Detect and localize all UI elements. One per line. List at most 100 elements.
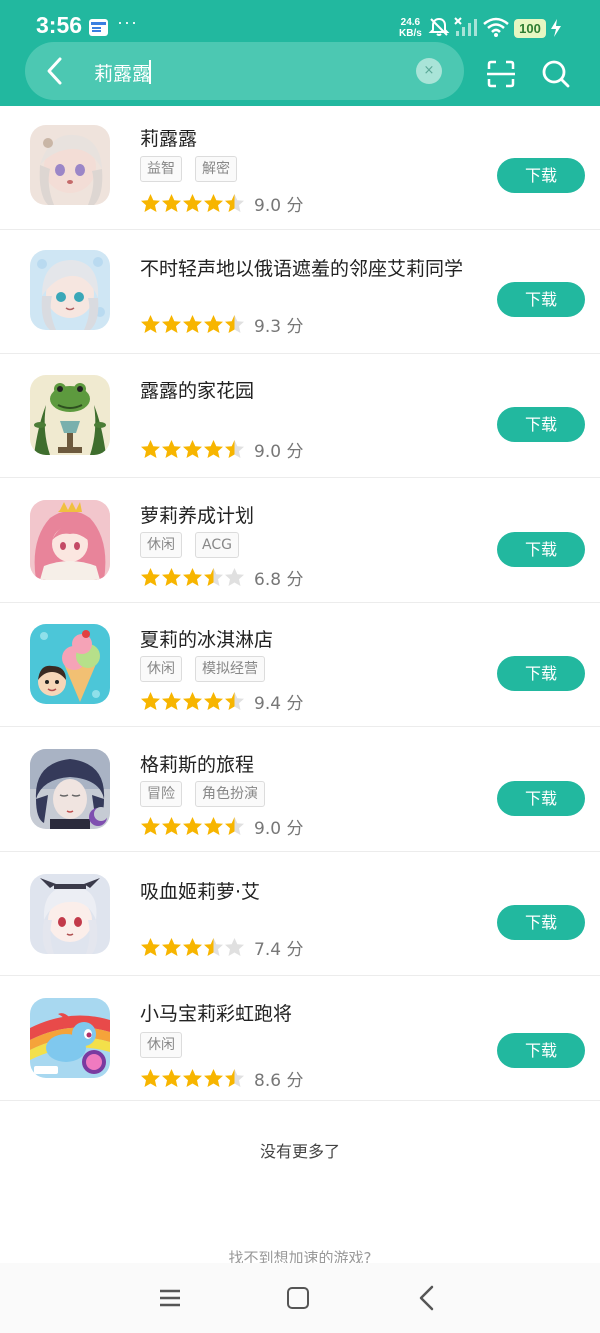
list-item[interactable]: 露露的家花园 9.0 分 下载 [0, 354, 600, 478]
star-full-icon [204, 817, 223, 835]
list-item[interactable]: 吸血姬莉萝·艾 7.4 分 下载 [0, 852, 600, 976]
star-half-icon [225, 440, 244, 458]
notification-app-icon [89, 19, 108, 36]
rating: 9.0 分 [140, 191, 304, 216]
rating: 9.0 分 [140, 437, 303, 462]
app-name[interactable]: 萝莉养成计划 [140, 501, 254, 528]
app-icon[interactable] [30, 500, 110, 580]
tag: 模拟经营 [195, 656, 265, 682]
star-full-icon [162, 440, 181, 458]
download-button[interactable]: 下载 [497, 781, 585, 816]
download-button[interactable]: 下载 [497, 656, 585, 691]
home-icon[interactable] [287, 1287, 309, 1309]
list-item[interactable]: 萝莉养成计划 休闲 ACG 6.8 分 下载 [0, 479, 600, 603]
star-full-icon [141, 315, 160, 333]
star-full-icon [141, 568, 160, 586]
menu-icon[interactable] [158, 1288, 182, 1308]
score: 7.4 分 [254, 940, 304, 960]
app-icon[interactable] [30, 998, 110, 1078]
app-icon[interactable] [30, 125, 110, 205]
star-full-icon [162, 315, 181, 333]
download-button[interactable]: 下载 [497, 158, 585, 193]
star-half-icon [225, 194, 244, 212]
star-full-icon [162, 938, 181, 956]
star-full-icon [183, 1069, 202, 1087]
network-speed: 24.6 KB/s [399, 17, 422, 39]
list-item[interactable]: 夏莉的冰淇淋店 休闲 模拟经营 9.4 分 下载 [0, 603, 600, 727]
nav-back-icon[interactable] [417, 1285, 435, 1311]
no-more-text: 没有更多了 [259, 1142, 340, 1161]
tag: 角色扮演 [195, 781, 265, 807]
score: 8.6 分 [254, 1071, 304, 1091]
star-full-icon [141, 194, 160, 212]
app-name[interactable]: 小马宝莉彩虹跑将 [140, 999, 292, 1026]
app-icon[interactable] [30, 749, 110, 829]
charging-icon [551, 19, 561, 37]
scan-icon[interactable] [486, 59, 516, 89]
network-speed-value: 24.6 [400, 17, 421, 28]
text-cursor [149, 60, 151, 84]
star-rating [140, 691, 245, 712]
clear-search-button[interactable]: × [416, 58, 442, 84]
star-rating [140, 937, 245, 958]
download-button[interactable]: 下载 [497, 1033, 585, 1068]
star-empty-icon [225, 938, 244, 956]
app-icon[interactable] [30, 250, 110, 330]
mute-bell-icon [428, 17, 450, 36]
app-name[interactable]: 吸血姬莉萝·艾 [140, 877, 260, 904]
list-item[interactable]: 莉露露 益智 解密 9.0 分 下载 [0, 106, 600, 230]
app-name[interactable]: 露露的家花园 [140, 376, 254, 403]
star-full-icon [141, 938, 160, 956]
star-full-icon [162, 194, 181, 212]
star-rating [140, 1068, 245, 1089]
score: 6.8 分 [254, 570, 304, 590]
star-full-icon [141, 817, 160, 835]
system-nav-bar [0, 1263, 600, 1333]
search-input[interactable]: 莉露露 [94, 59, 151, 86]
star-full-icon [204, 194, 223, 212]
app-icon[interactable] [30, 624, 110, 704]
app-icon[interactable] [30, 874, 110, 954]
star-full-icon [204, 315, 223, 333]
star-empty-icon [225, 568, 244, 586]
star-half-icon [204, 568, 223, 586]
app-name[interactable]: 夏莉的冰淇淋店 [140, 625, 273, 652]
wifi-icon [483, 17, 509, 37]
star-half-icon [225, 692, 244, 710]
download-button[interactable]: 下载 [497, 905, 585, 940]
list-item[interactable]: 不时轻声地以俄语遮羞的邻座艾莉同学 9.3 分 下载 [0, 230, 600, 354]
star-full-icon [141, 692, 160, 710]
download-button[interactable]: 下载 [497, 532, 585, 567]
list-item[interactable]: 格莉斯的旅程 冒险 角色扮演 9.0 分 下载 [0, 728, 600, 852]
star-full-icon [183, 692, 202, 710]
star-full-icon [183, 817, 202, 835]
app-name[interactable]: 莉露露 [140, 124, 197, 151]
score: 9.3 分 [254, 317, 304, 337]
star-rating [140, 816, 245, 837]
tag-group: 休闲 [140, 1032, 195, 1058]
list-item[interactable]: 小马宝莉彩虹跑将 休闲 8.6 分 下载 [0, 977, 600, 1101]
star-full-icon [204, 1069, 223, 1087]
status-time: 3:56 [36, 12, 83, 38]
status-bar: 3:56 ··· 24.6 KB/s 100 [0, 0, 600, 40]
tag: 休闲 [140, 1032, 182, 1058]
tag-group: 益智 解密 [140, 156, 250, 182]
star-full-icon [141, 440, 160, 458]
tag: 休闲 [140, 656, 182, 682]
download-button[interactable]: 下载 [497, 407, 585, 442]
rating: 9.0 分 [140, 814, 303, 839]
score: 9.0 分 [254, 196, 304, 216]
tag-group: 冒险 角色扮演 [140, 781, 278, 807]
search-bar[interactable] [25, 42, 464, 100]
star-full-icon [162, 1069, 181, 1087]
cellular-signal-icon [454, 17, 477, 36]
tag: 休闲 [140, 532, 182, 558]
app-icon[interactable] [30, 375, 110, 455]
tag: 益智 [140, 156, 182, 182]
back-arrow-icon[interactable] [38, 53, 74, 89]
search-icon[interactable] [541, 59, 571, 89]
app-name[interactable]: 不时轻声地以俄语遮羞的邻座艾莉同学 [140, 254, 463, 281]
app-name[interactable]: 格莉斯的旅程 [140, 750, 254, 777]
rating: 8.6 分 [140, 1066, 304, 1091]
download-button[interactable]: 下载 [497, 282, 585, 317]
